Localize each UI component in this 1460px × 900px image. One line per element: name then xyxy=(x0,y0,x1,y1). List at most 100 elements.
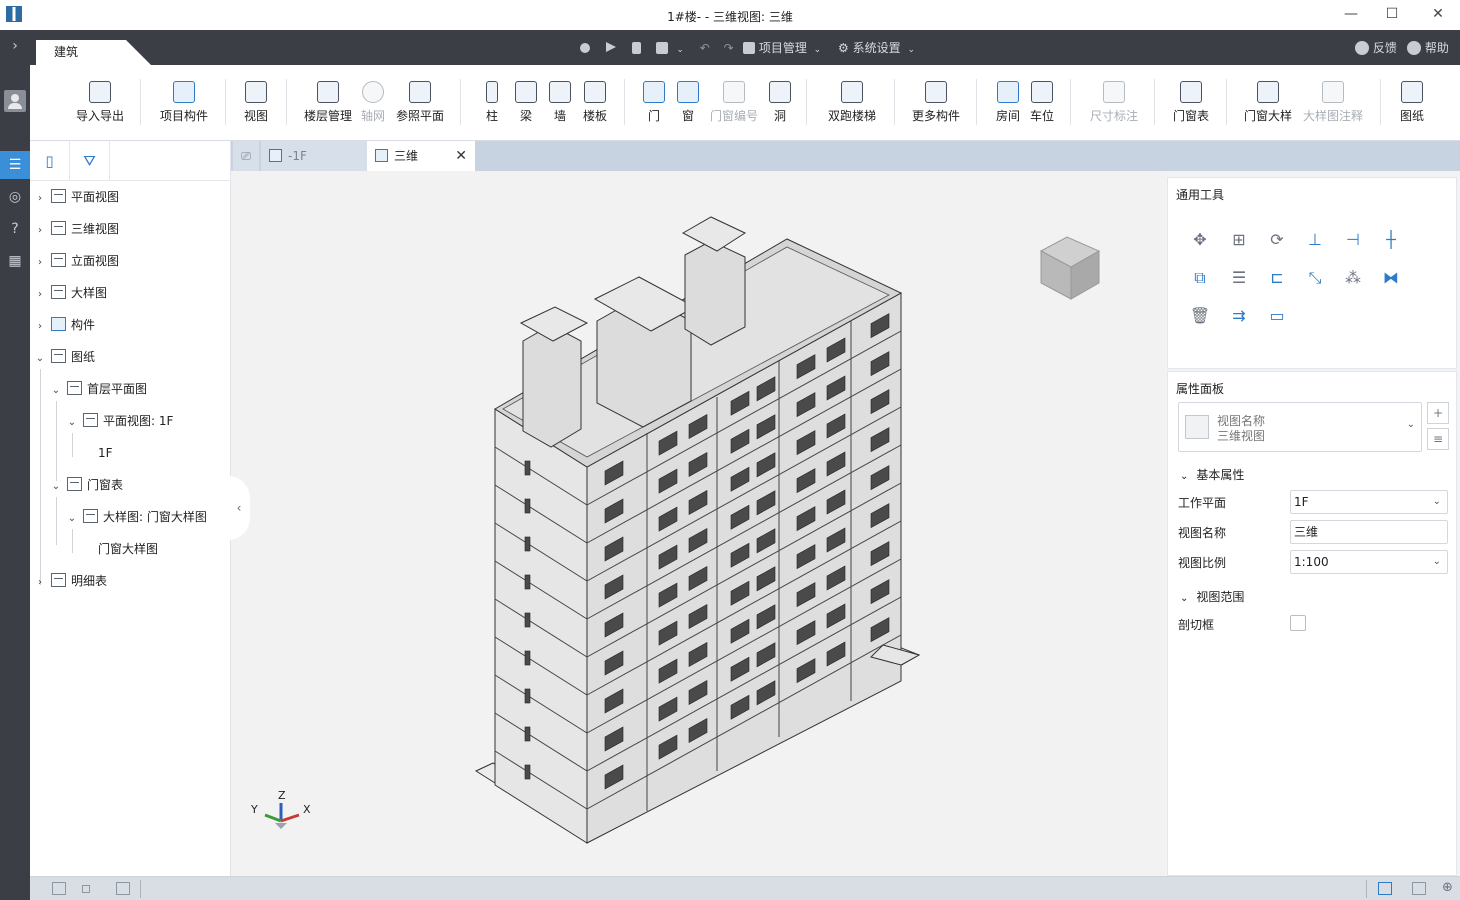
offset-icon[interactable]: ☰ xyxy=(1228,268,1250,288)
tab-list-icon[interactable]: ⎚ xyxy=(233,141,259,171)
view-cube[interactable] xyxy=(1031,229,1109,305)
feedback-link[interactable]: 反馈 xyxy=(1355,40,1397,56)
dimension-button[interactable]: 尺寸标注 xyxy=(1086,81,1142,124)
view-scale-select[interactable]: 1:100 ⌄ xyxy=(1290,550,1448,574)
close-tab-icon[interactable]: ✕ xyxy=(455,141,467,171)
door-button[interactable]: 门 xyxy=(642,81,666,124)
grid-axis-button[interactable]: 轴网 xyxy=(358,81,388,124)
maximize-button[interactable]: ☐ xyxy=(1381,4,1403,24)
double-stair-button[interactable]: 双跑楼梯 xyxy=(824,81,880,124)
expand-icon[interactable]: › xyxy=(0,32,30,60)
send-icon[interactable] xyxy=(605,42,616,52)
basic-properties-header[interactable]: ⌄ 基本属性 xyxy=(1180,466,1244,483)
help-link[interactable]: 帮助 xyxy=(1407,40,1449,56)
column-button[interactable]: 柱 xyxy=(480,81,504,124)
door-window-detail-button[interactable]: 门窗大样 xyxy=(1240,81,1296,124)
filter-icon[interactable]: ⛛ xyxy=(70,141,110,181)
chevron-down-icon[interactable]: ⌄ xyxy=(34,349,46,369)
chevron-down-icon[interactable]: ⌄ xyxy=(50,381,62,401)
file-icon[interactable] xyxy=(631,42,641,54)
sheet-button[interactable]: 图纸 xyxy=(1396,81,1428,124)
delete-icon[interactable]: 🗑 xyxy=(1189,306,1211,326)
tree-item-door-window-detail[interactable]: 门窗大样图 xyxy=(98,539,158,559)
array-icon[interactable]: ⁂ xyxy=(1342,268,1364,288)
view-range-header[interactable]: ⌄ 视图范围 xyxy=(1180,588,1244,605)
tree-item-plan-views[interactable]: › 平面视图 xyxy=(34,187,119,207)
view-button[interactable]: 视图 xyxy=(238,81,274,124)
save-dropdown-icon[interactable]: ⌄ xyxy=(676,45,684,55)
scale-icon[interactable]: ⤡ xyxy=(1304,268,1326,288)
chevron-right-icon[interactable]: › xyxy=(34,573,46,593)
tree-item-components[interactable]: › 构件 xyxy=(34,315,95,335)
split-icon[interactable]: ⊣ xyxy=(1342,230,1364,250)
tree-item-1f[interactable]: 1F xyxy=(98,443,113,463)
mirror-icon[interactable]: ⧓ xyxy=(1380,268,1402,288)
chevron-right-icon[interactable]: › xyxy=(34,285,46,305)
tab-3d[interactable]: 三维 ✕ xyxy=(367,141,475,171)
tree-item-detail-tables[interactable]: › 明细表 xyxy=(34,571,107,591)
view-type-selector[interactable]: 视图名称 三维视图 ⌄ xyxy=(1178,402,1422,452)
section-box-checkbox[interactable] xyxy=(1290,615,1306,631)
chevron-down-icon[interactable]: ⌄ xyxy=(50,477,62,497)
minimize-button[interactable]: — xyxy=(1340,4,1362,24)
ref-plane-button[interactable]: 参照平面 xyxy=(392,81,448,124)
tree-item-elevations[interactable]: › 立面视图 xyxy=(34,251,119,271)
settings-menu[interactable]: ⚙ 系统设置 ⌄ xyxy=(838,40,915,58)
door-window-tag-button[interactable]: 门窗编号 xyxy=(706,81,762,124)
import-export-button[interactable]: 导入导出 xyxy=(74,81,126,124)
tree-item-details[interactable]: › 大样图 xyxy=(34,283,107,303)
window-button[interactable]: 窗 xyxy=(676,81,700,124)
wall-button[interactable]: 墙 xyxy=(548,81,572,124)
duplicate-icon[interactable]: ⧉ xyxy=(1189,268,1211,288)
detail-annotation-button[interactable]: 大样图注释 xyxy=(1300,81,1366,124)
door-window-schedule-button[interactable]: 门窗表 xyxy=(1170,81,1212,124)
copy-add-icon[interactable]: ⊞ xyxy=(1228,230,1250,250)
project-menu[interactable]: 项目管理 ⌄ xyxy=(743,40,821,58)
project-component-button[interactable]: 项目构件 xyxy=(156,81,212,124)
box-icon[interactable] xyxy=(1412,882,1426,895)
view-settings-icon[interactable] xyxy=(1378,882,1392,895)
slab-button[interactable]: 楼板 xyxy=(580,81,610,124)
parking-button[interactable]: 车位 xyxy=(1028,81,1056,124)
tree-item-detail-door-window[interactable]: ⌄ 大样图: 门窗大样图 xyxy=(66,507,207,527)
align-icon[interactable]: ⊥ xyxy=(1304,230,1326,250)
compass-icon[interactable]: ◎ xyxy=(0,183,30,211)
rotate-icon[interactable]: ⟳ xyxy=(1266,230,1288,250)
more-components-button[interactable]: 更多构件 xyxy=(908,81,964,124)
trim-icon[interactable]: ┼ xyxy=(1380,230,1402,250)
tile-icon[interactable] xyxy=(52,882,66,895)
match-icon[interactable]: ⇉ xyxy=(1228,306,1250,326)
extend-icon[interactable]: ⊏ xyxy=(1266,268,1288,288)
tab-minus-1f[interactable]: -1F xyxy=(261,141,367,171)
undo-icon[interactable]: ↶ xyxy=(700,41,710,55)
cloud-icon[interactable] xyxy=(580,43,590,53)
measure-icon[interactable]: ▭ xyxy=(1266,306,1288,326)
redo-icon[interactable]: ↷ xyxy=(724,41,734,55)
panel-toggle-icon[interactable]: ▯ xyxy=(30,141,70,181)
work-plane-select[interactable]: 1F ⌄ xyxy=(1290,490,1448,514)
single-view-icon[interactable] xyxy=(82,885,90,893)
close-button[interactable]: ✕ xyxy=(1427,4,1449,24)
3d-viewport[interactable]: Y Z X xyxy=(231,171,1165,876)
list-icon[interactable]: ☰ xyxy=(0,151,30,179)
help-icon[interactable]: ? xyxy=(0,215,30,243)
view-name-input[interactable]: 三维 xyxy=(1290,520,1448,544)
chevron-right-icon[interactable]: › xyxy=(34,317,46,337)
grid-icon[interactable]: ▦ xyxy=(0,247,30,275)
tree-item-plan-view-1f[interactable]: ⌄ 平面视图: 1F xyxy=(66,411,173,431)
tree-item-3d-views[interactable]: › 三维视图 xyxy=(34,219,119,239)
tree-item-sheets[interactable]: ⌄ 图纸 xyxy=(34,347,95,367)
edit-type-button[interactable]: ≡ xyxy=(1427,428,1449,450)
tree-item-door-window-schedule[interactable]: ⌄ 门窗表 xyxy=(50,475,123,495)
opening-button[interactable]: 洞 xyxy=(768,81,792,124)
chevron-down-icon[interactable]: ⌄ xyxy=(66,413,78,433)
grid-view-icon[interactable] xyxy=(116,882,130,895)
chevron-right-icon[interactable]: › xyxy=(34,221,46,241)
chevron-right-icon[interactable]: › xyxy=(34,189,46,209)
tree-item-ground-floor-plan[interactable]: ⌄ 首层平面图 xyxy=(50,379,147,399)
add-type-button[interactable]: + xyxy=(1427,402,1449,424)
tab-architecture[interactable]: 建筑 xyxy=(36,40,151,65)
user-icon[interactable] xyxy=(4,90,26,112)
zoom-icon[interactable]: ⊕ xyxy=(1442,880,1453,895)
chevron-down-icon[interactable]: ⌄ xyxy=(66,509,78,529)
